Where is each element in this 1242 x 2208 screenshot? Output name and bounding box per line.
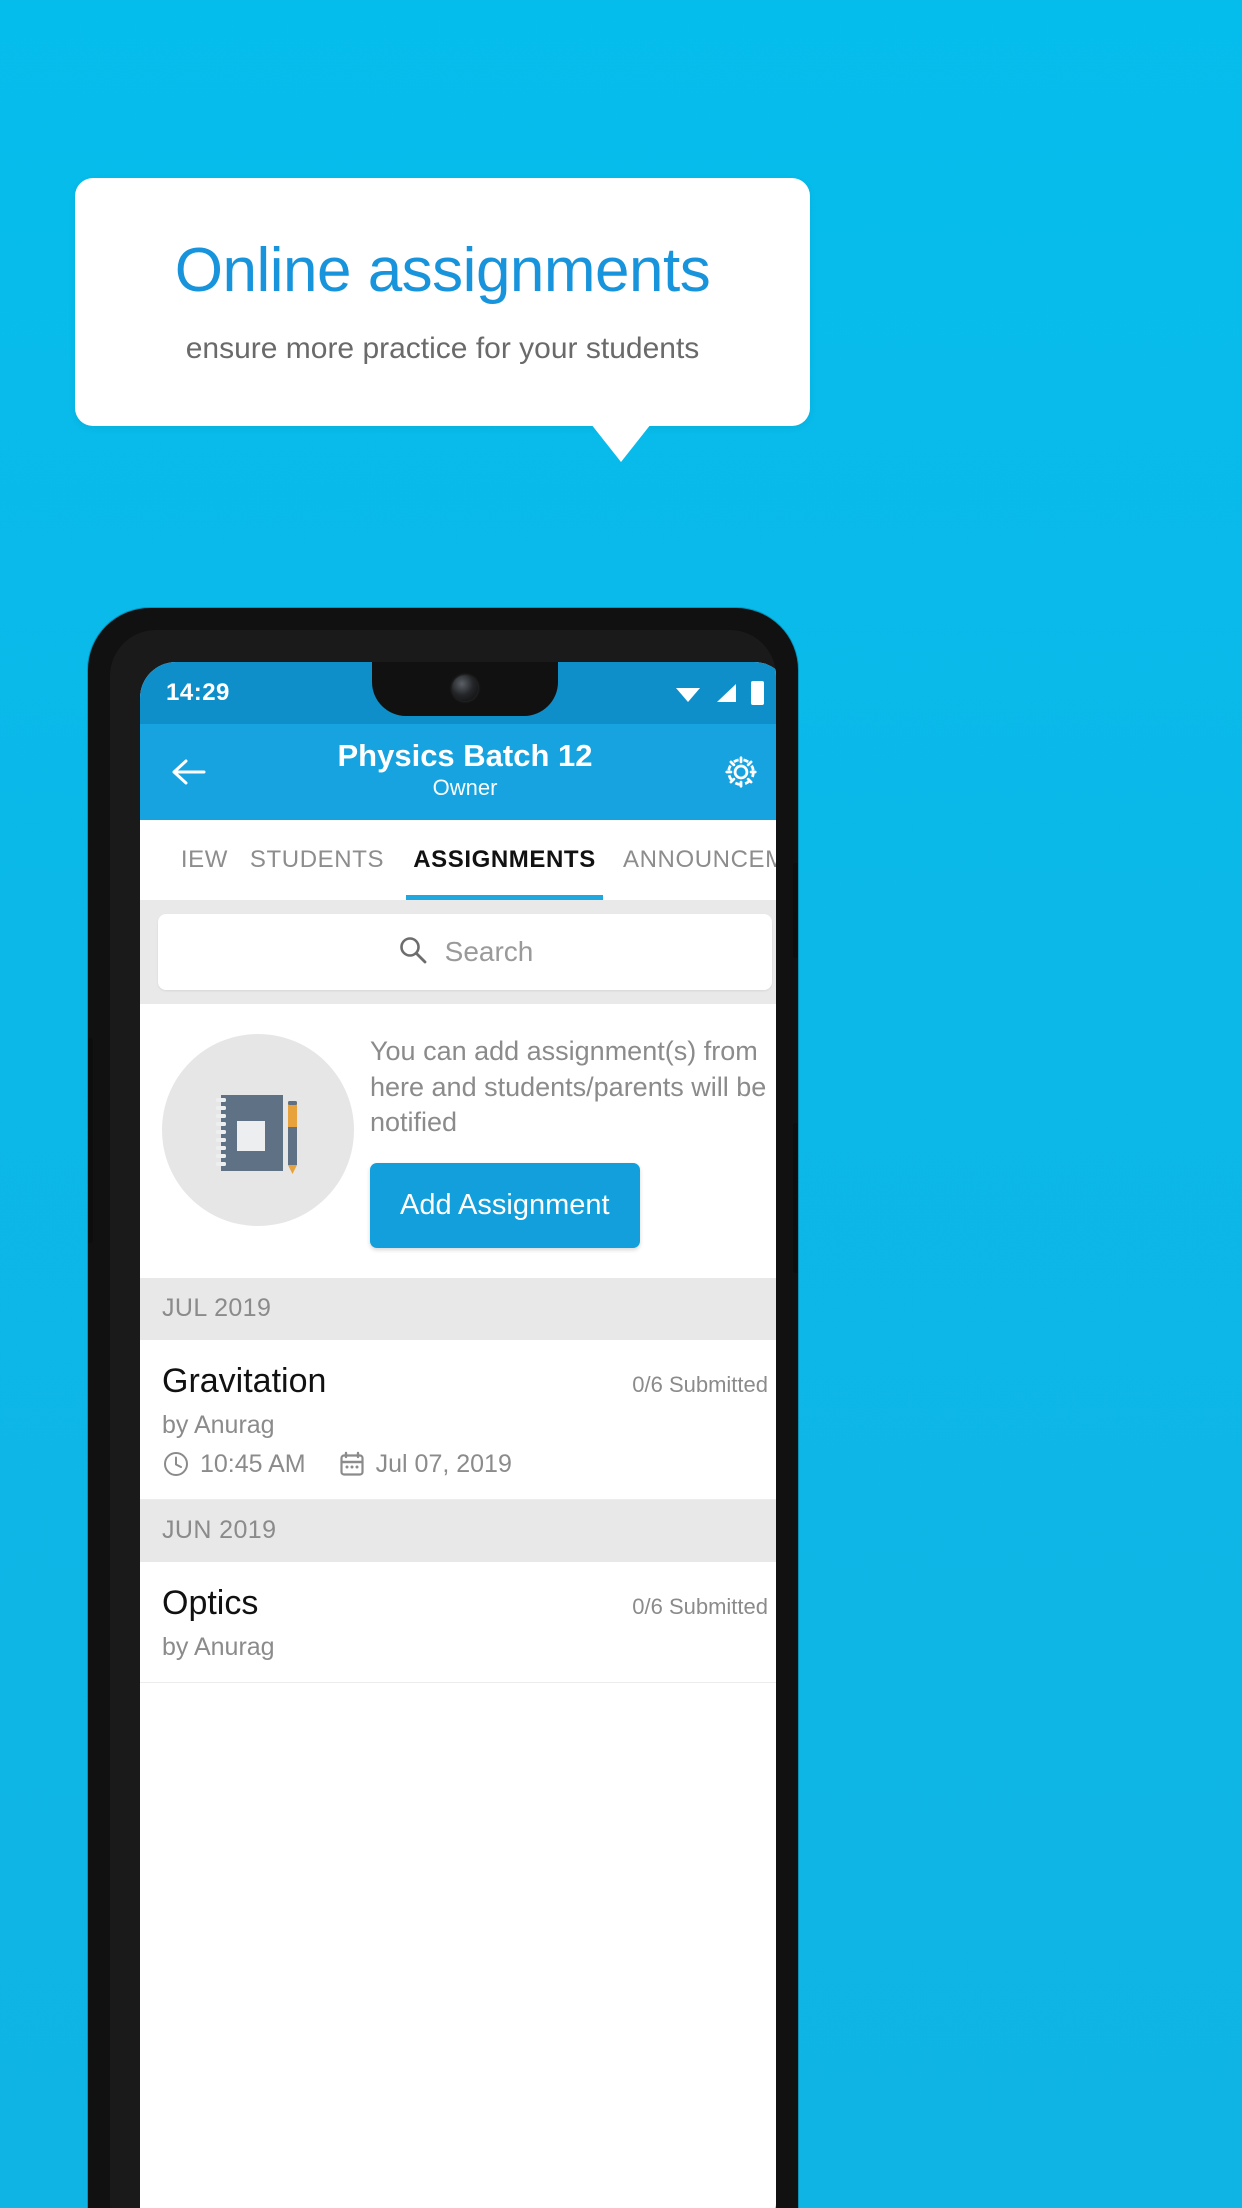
empty-state-body: You can add assignment(s) from here and … <box>370 1030 774 1248</box>
assignment-author: by Anurag <box>162 1632 275 1661</box>
empty-state-text: You can add assignment(s) from here and … <box>370 1036 767 1138</box>
month-header-jul-label: JUL 2019 <box>162 1294 272 1323</box>
add-assignment-button[interactable]: Add Assignment <box>370 1162 640 1248</box>
assignment-author: by Anurag <box>162 1410 275 1439</box>
status-badge: 0/6 Submitted <box>632 1593 768 1619</box>
back-button[interactable] <box>162 745 216 799</box>
empty-state-card: You can add assignment(s) from here and … <box>140 1004 776 1278</box>
status-time: 14:29 <box>166 679 230 706</box>
assignment-header: Gravitation 0/6 Submitted <box>162 1362 768 1401</box>
page-subtitle: Owner <box>432 774 498 800</box>
search-icon <box>397 934 429 971</box>
tab-students-label: STUDENTS <box>249 846 385 873</box>
front-camera-icon <box>452 675 478 701</box>
calendar-icon <box>338 1450 366 1478</box>
month-header-jun-label: JUN 2019 <box>162 1516 277 1545</box>
tab-assignments-label: ASSIGNMENTS <box>413 846 596 873</box>
page-title: Physics Batch 12 <box>337 737 593 773</box>
assignment-meta: 10:45 AM Jul 07, 2019 <box>162 1450 768 1479</box>
settings-button[interactable] <box>714 745 768 799</box>
status-bar: 14:29 <box>140 662 776 724</box>
assignment-date: Jul 07, 2019 <box>375 1449 512 1478</box>
wifi-icon <box>675 683 701 703</box>
tab-bar[interactable]: IEW STUDENTS ASSIGNMENTS ANNOUNCEM <box>140 820 776 900</box>
table-row[interactable]: Optics 0/6 Submitted by Anurag <box>140 1561 776 1683</box>
battery-icon <box>751 681 764 705</box>
phone-side-button[interactable] <box>88 1038 93 1243</box>
search-section: Search <box>140 900 776 1004</box>
arrow-back-icon <box>172 759 206 785</box>
gear-icon <box>725 756 757 788</box>
search-placeholder: Search <box>444 936 534 967</box>
phone-notch <box>372 662 558 716</box>
tab-overview-label: IEW <box>180 846 228 873</box>
search-input[interactable]: Search <box>158 914 772 990</box>
assignment-title: Gravitation <box>162 1361 327 1400</box>
month-header-jul: JUL 2019 <box>140 1277 776 1340</box>
assignment-header: Optics 0/6 Submitted <box>162 1584 768 1623</box>
tab-announcements[interactable]: ANNOUNCEM <box>607 820 776 900</box>
signal-icon <box>714 683 738 703</box>
notebook-pen-icon <box>162 1034 354 1226</box>
tab-students[interactable]: STUDENTS <box>232 820 402 900</box>
assignment-title: Optics <box>162 1583 259 1622</box>
phone-power-button[interactable] <box>793 863 798 958</box>
tab-announcements-label: ANNOUNCEM <box>623 846 776 873</box>
assignment-time: 10:45 AM <box>200 1449 306 1478</box>
promo-callout: Online assignments ensure more practice … <box>75 178 810 426</box>
promo-title: Online assignments <box>174 236 711 306</box>
phone-bezel: 14:29 Physics Batch 12 Owner IEW STUDENT… <box>110 630 776 2208</box>
table-row[interactable]: Gravitation 0/6 Submitted by Anurag 10:4… <box>140 1339 776 1500</box>
clock-icon <box>162 1450 190 1478</box>
promo-subtitle: ensure more practice for your students <box>185 331 700 365</box>
app-bar: Physics Batch 12 Owner <box>140 724 776 820</box>
tab-assignments[interactable]: ASSIGNMENTS <box>402 820 607 900</box>
month-header-jun: JUN 2019 <box>140 1499 776 1562</box>
app-bar-titles: Physics Batch 12 Owner <box>216 738 714 802</box>
tab-overview[interactable]: IEW <box>140 820 232 900</box>
status-badge: 0/6 Submitted <box>632 1371 768 1397</box>
promo-callout-tail <box>591 424 651 462</box>
phone-volume-button[interactable] <box>793 1123 798 1273</box>
status-icons <box>675 681 764 705</box>
phone-screen: 14:29 Physics Batch 12 Owner IEW STUDENT… <box>140 662 776 2208</box>
phone-frame: 14:29 Physics Batch 12 Owner IEW STUDENT… <box>88 608 798 2208</box>
